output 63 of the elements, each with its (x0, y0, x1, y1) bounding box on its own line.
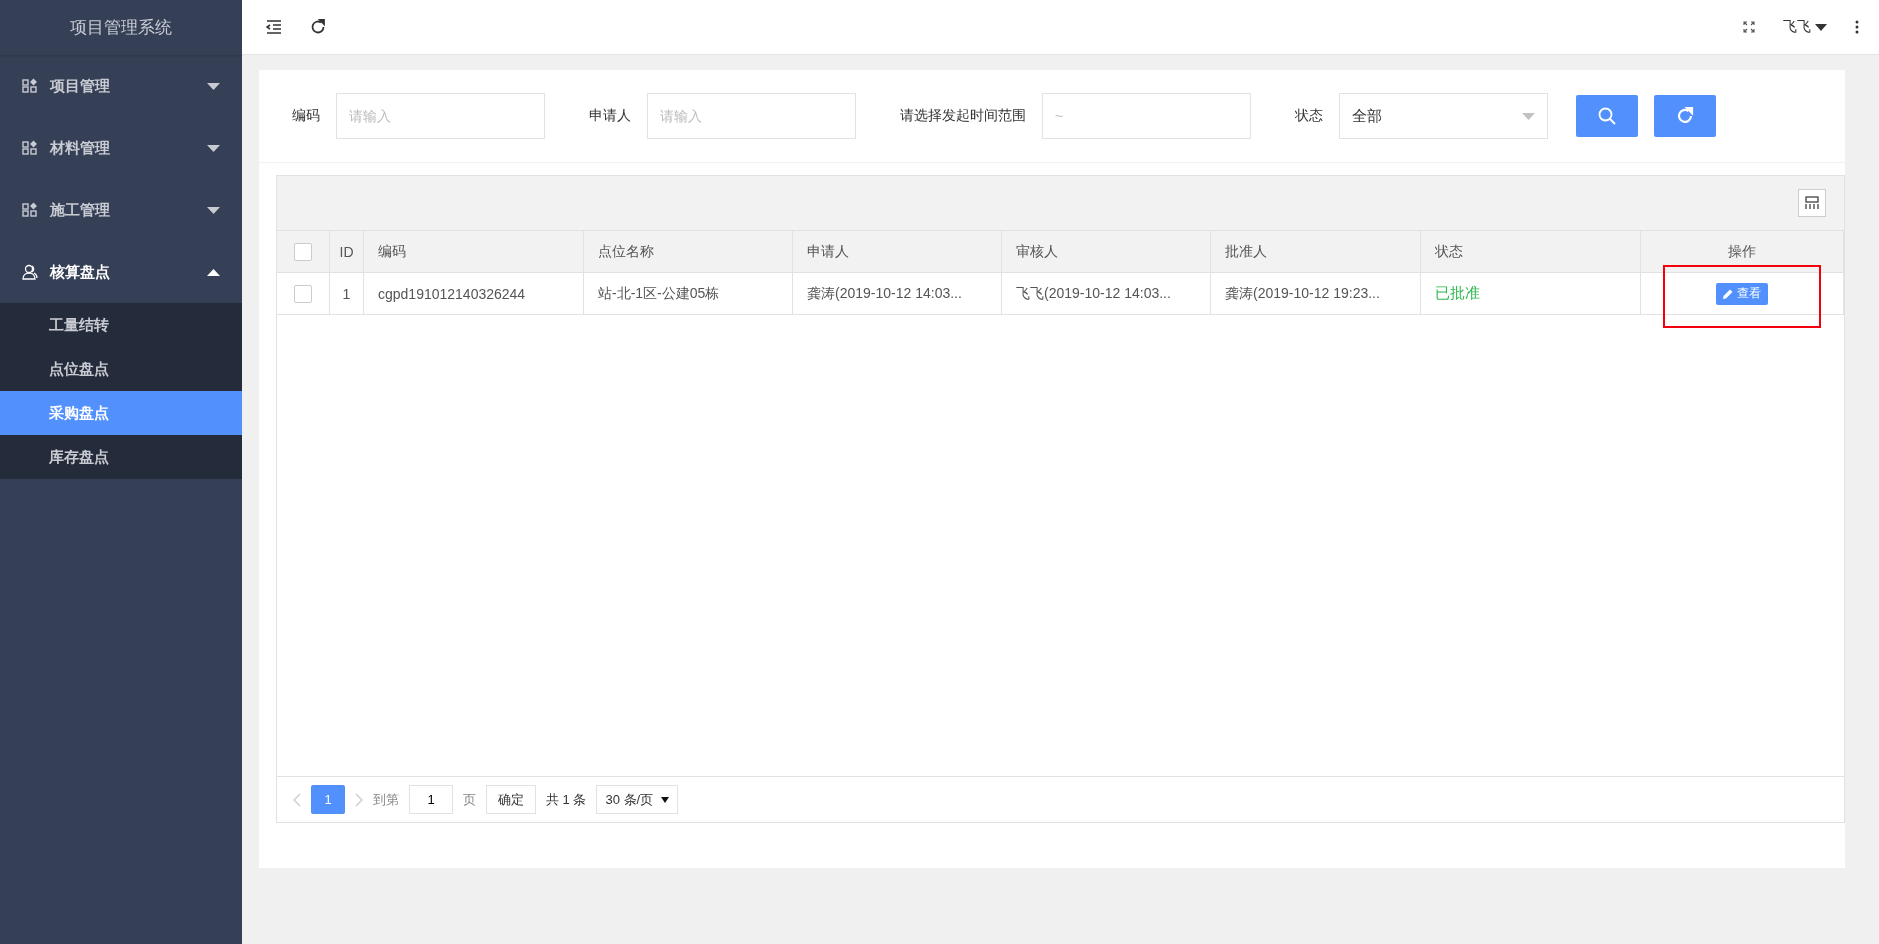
status-select[interactable]: 全部 (1339, 93, 1548, 139)
menu-item[interactable]: 核算盘点 (0, 241, 242, 303)
goto-label: 到第 (373, 790, 399, 809)
page-input[interactable]: 1 (409, 785, 453, 814)
submenu-item[interactable]: 工量结转 (0, 303, 242, 347)
prev-page-icon[interactable] (293, 792, 301, 807)
table-cell: 站-北-1区-公建05栋 (584, 273, 793, 315)
filter-label: 申请人 (589, 107, 631, 125)
caret-down-icon (1522, 112, 1535, 120)
checkbox[interactable] (294, 284, 312, 303)
caret-up-icon (207, 268, 220, 276)
total-count: 共 1 条 (546, 790, 587, 809)
menu-item[interactable]: 项目管理 (0, 55, 242, 117)
page-size-select[interactable]: 30 条/页 (596, 785, 679, 814)
caret-down-icon (661, 796, 670, 803)
column-header: 申请人 (793, 231, 1002, 273)
fullscreen-icon[interactable] (1743, 21, 1755, 33)
search-button[interactable] (1576, 95, 1638, 137)
input-field[interactable]: 请输入 (336, 93, 545, 139)
table-cell: cgpd191012140326244 (364, 273, 584, 315)
reset-button[interactable] (1654, 95, 1716, 137)
caret-down-icon (207, 82, 220, 90)
grid-icon (22, 78, 38, 94)
table-cell: 龚涛(2019-10-12 19:23... (1211, 273, 1421, 315)
caret-down-icon (207, 206, 220, 214)
grid-icon (22, 140, 38, 156)
column-header: 批准人 (1211, 231, 1421, 273)
pencil-icon (1723, 288, 1733, 299)
refresh-icon (1676, 107, 1694, 125)
column-header: ID (330, 231, 364, 273)
confirm-button[interactable]: 确定 (486, 785, 536, 814)
table-cell: 1 (330, 273, 364, 315)
column-header: 状态 (1421, 231, 1641, 273)
refresh-icon[interactable] (310, 19, 326, 35)
more-icon[interactable] (1855, 20, 1859, 34)
menu-icon[interactable] (266, 20, 282, 34)
menu-item[interactable]: 施工管理 (0, 179, 242, 241)
next-page-icon[interactable] (355, 792, 363, 807)
date-range-field[interactable]: ~ (1042, 93, 1251, 139)
status-text: 已批准 (1435, 284, 1480, 303)
table-cell: 龚涛(2019-10-12 14:03... (793, 273, 1002, 315)
search-icon (1598, 107, 1616, 125)
app-title: 项目管理系统 (0, 0, 242, 55)
input-field[interactable]: 请输入 (647, 93, 856, 139)
table-cell: 飞飞(2019-10-12 14:03... (1002, 273, 1211, 315)
filter-label: 编码 (292, 107, 320, 125)
user-icon (22, 264, 38, 280)
menu-item[interactable]: 材料管理 (0, 117, 242, 179)
columns-icon[interactable] (1798, 189, 1826, 217)
submenu-item[interactable]: 库存盘点 (0, 435, 242, 479)
user-menu[interactable]: 飞飞 (1783, 18, 1827, 36)
filter-label: 请选择发起时间范围 (900, 107, 1026, 125)
column-header: 操作 (1641, 231, 1844, 273)
grid-icon (22, 202, 38, 218)
submenu-item[interactable]: 点位盘点 (0, 347, 242, 391)
checkbox[interactable] (294, 242, 312, 261)
column-header: 点位名称 (584, 231, 793, 273)
page-unit: 页 (463, 790, 476, 809)
column-header: 审核人 (1002, 231, 1211, 273)
caret-down-icon (207, 144, 220, 152)
filter-label: 状态 (1295, 107, 1323, 125)
column-header: 编码 (364, 231, 584, 273)
caret-down-icon (1815, 23, 1827, 31)
